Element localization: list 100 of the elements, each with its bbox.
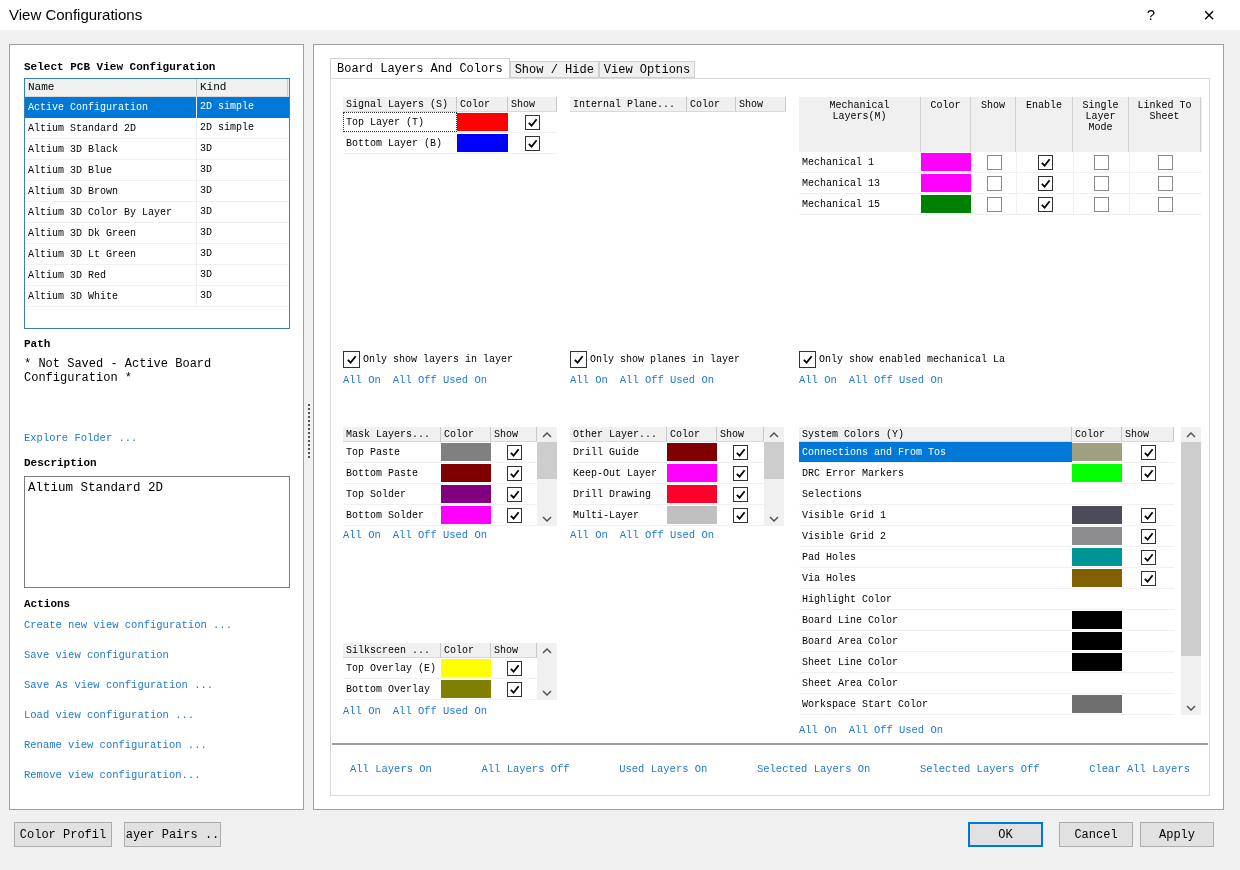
button[interactable]: ayer Pairs .. <box>124 822 221 847</box>
layer-name[interactable]: Multi-Layer <box>570 505 667 525</box>
checkbox[interactable] <box>1140 528 1156 544</box>
column-header[interactable]: Show <box>508 97 557 111</box>
link[interactable]: All On <box>343 373 381 389</box>
link[interactable]: All Off <box>392 373 437 389</box>
layer-name[interactable]: Workspace Start Color <box>799 694 1072 714</box>
layer-name[interactable]: Board Area Color <box>799 631 1072 651</box>
link[interactable]: All Off <box>392 704 437 720</box>
list-row[interactable]: Altium 3D Brown 3D <box>25 181 289 202</box>
layer-name[interactable]: Bottom Layer (B) <box>343 133 457 153</box>
link[interactable]: All On <box>799 723 837 739</box>
column-header[interactable]: Color <box>457 97 508 111</box>
layer-name[interactable]: Keep-Out Layer <box>570 463 667 483</box>
link[interactable]: Selected Layers Off <box>919 762 1040 778</box>
layer-name[interactable]: Selections <box>799 484 1072 504</box>
checkbox[interactable] <box>570 350 587 368</box>
link[interactable]: All On <box>343 528 381 544</box>
link[interactable]: Rename view configuration ... <box>24 738 207 753</box>
layer-name[interactable]: Sheet Line Color <box>799 652 1072 672</box>
color-swatch[interactable] <box>921 195 971 213</box>
checkbox[interactable] <box>506 465 522 481</box>
layer-name[interactable]: Highlight Color <box>799 589 1072 609</box>
column-header[interactable]: Name <box>25 79 197 96</box>
layer-name[interactable]: Connections and From Tos <box>799 442 1072 462</box>
scrollbar[interactable] <box>537 427 557 526</box>
scroll-up-icon[interactable] <box>542 431 552 438</box>
checkbox[interactable] <box>799 350 816 368</box>
column-header[interactable]: Single Layer Mode <box>1073 97 1129 152</box>
column-header[interactable]: Internal Plane... <box>570 97 687 111</box>
color-swatch[interactable] <box>667 443 717 461</box>
checkbox[interactable] <box>506 660 522 676</box>
layer-name[interactable]: Mechanical 13 <box>799 173 921 193</box>
link[interactable]: All On <box>799 373 837 389</box>
layer-name[interactable]: Sheet Area Color <box>799 673 1072 693</box>
column-header[interactable]: System Colors (Y) <box>799 427 1072 441</box>
column-header[interactable]: Signal Layers (S) <box>343 97 457 111</box>
link[interactable]: Save As view configuration ... <box>24 678 214 693</box>
link[interactable]: Used On <box>442 373 488 389</box>
link[interactable]: Used Layers On <box>619 762 708 778</box>
button[interactable]: Apply <box>1140 822 1214 847</box>
list-row[interactable]: Altium 3D Red 3D <box>25 265 289 286</box>
color-swatch[interactable] <box>441 443 491 461</box>
scroll-down-icon[interactable] <box>1186 704 1196 711</box>
link[interactable]: All Layers Off <box>481 762 570 778</box>
checkbox[interactable] <box>1140 507 1156 523</box>
column-header[interactable]: Silkscreen ... <box>343 643 441 657</box>
column-header[interactable]: Show <box>1122 427 1174 441</box>
link[interactable]: Used On <box>442 704 488 720</box>
layer-name[interactable]: Drill Guide <box>570 442 667 462</box>
link[interactable]: Used On <box>669 373 715 389</box>
scrollbar[interactable] <box>1181 427 1201 715</box>
checkbox[interactable] <box>525 114 540 130</box>
color-swatch[interactable] <box>1072 611 1122 629</box>
color-swatch[interactable] <box>441 506 491 524</box>
link[interactable]: Used On <box>898 373 944 389</box>
column-header[interactable]: Mask Layers... <box>343 427 441 441</box>
checkbox[interactable] <box>1037 154 1053 170</box>
color-swatch[interactable] <box>921 174 971 192</box>
checkbox[interactable] <box>525 135 540 151</box>
color-swatch[interactable] <box>1072 527 1122 545</box>
checkbox[interactable] <box>1094 154 1109 170</box>
checkbox[interactable] <box>733 507 748 523</box>
tab[interactable]: Board Layers And Colors <box>330 58 510 78</box>
color-swatch[interactable] <box>457 113 508 131</box>
link[interactable]: Load view configuration ... <box>24 708 195 723</box>
checkbox[interactable] <box>986 154 1002 170</box>
button[interactable]: Cancel <box>1059 822 1133 847</box>
layer-name[interactable]: Top Solder <box>343 484 441 504</box>
link[interactable]: All Off <box>848 723 893 739</box>
color-swatch[interactable] <box>441 485 491 503</box>
list-row[interactable]: Altium 3D Lt Green 3D <box>25 244 289 265</box>
tab[interactable]: Show / Hide <box>509 61 599 78</box>
column-header[interactable]: Other Layer... <box>570 427 667 441</box>
color-swatch[interactable] <box>457 134 508 152</box>
checkbox[interactable] <box>343 350 360 368</box>
close-button[interactable]: × <box>1194 0 1224 30</box>
link[interactable]: All Layers On <box>350 762 432 778</box>
list-row[interactable]: Altium 3D Color By Layer 3D <box>25 202 289 223</box>
list-row[interactable]: Altium 3D Black 3D <box>25 139 289 160</box>
scroll-up-icon[interactable] <box>1186 431 1196 438</box>
color-swatch[interactable] <box>667 506 717 524</box>
checkbox[interactable] <box>506 486 522 502</box>
scroll-down-icon[interactable] <box>542 515 552 522</box>
column-header[interactable]: Kind <box>197 79 288 96</box>
link[interactable]: All On <box>570 528 608 544</box>
color-swatch[interactable] <box>1072 695 1122 713</box>
layer-name[interactable]: DRC Error Markers <box>799 463 1072 483</box>
scroll-down-icon[interactable] <box>769 515 779 522</box>
list-row[interactable]: Active Configuration 2D simple <box>25 97 289 118</box>
layer-name[interactable]: Bottom Solder <box>343 505 441 525</box>
color-swatch[interactable] <box>441 680 491 698</box>
color-swatch[interactable] <box>1072 569 1122 587</box>
color-swatch[interactable] <box>1072 443 1122 461</box>
checkbox[interactable] <box>733 465 748 481</box>
checkbox[interactable] <box>1158 196 1173 212</box>
checkbox[interactable] <box>986 196 1002 212</box>
link[interactable]: Remove view configuration... <box>24 768 201 783</box>
link[interactable]: Used On <box>669 528 715 544</box>
splitter-grip-icon[interactable] <box>307 404 310 460</box>
